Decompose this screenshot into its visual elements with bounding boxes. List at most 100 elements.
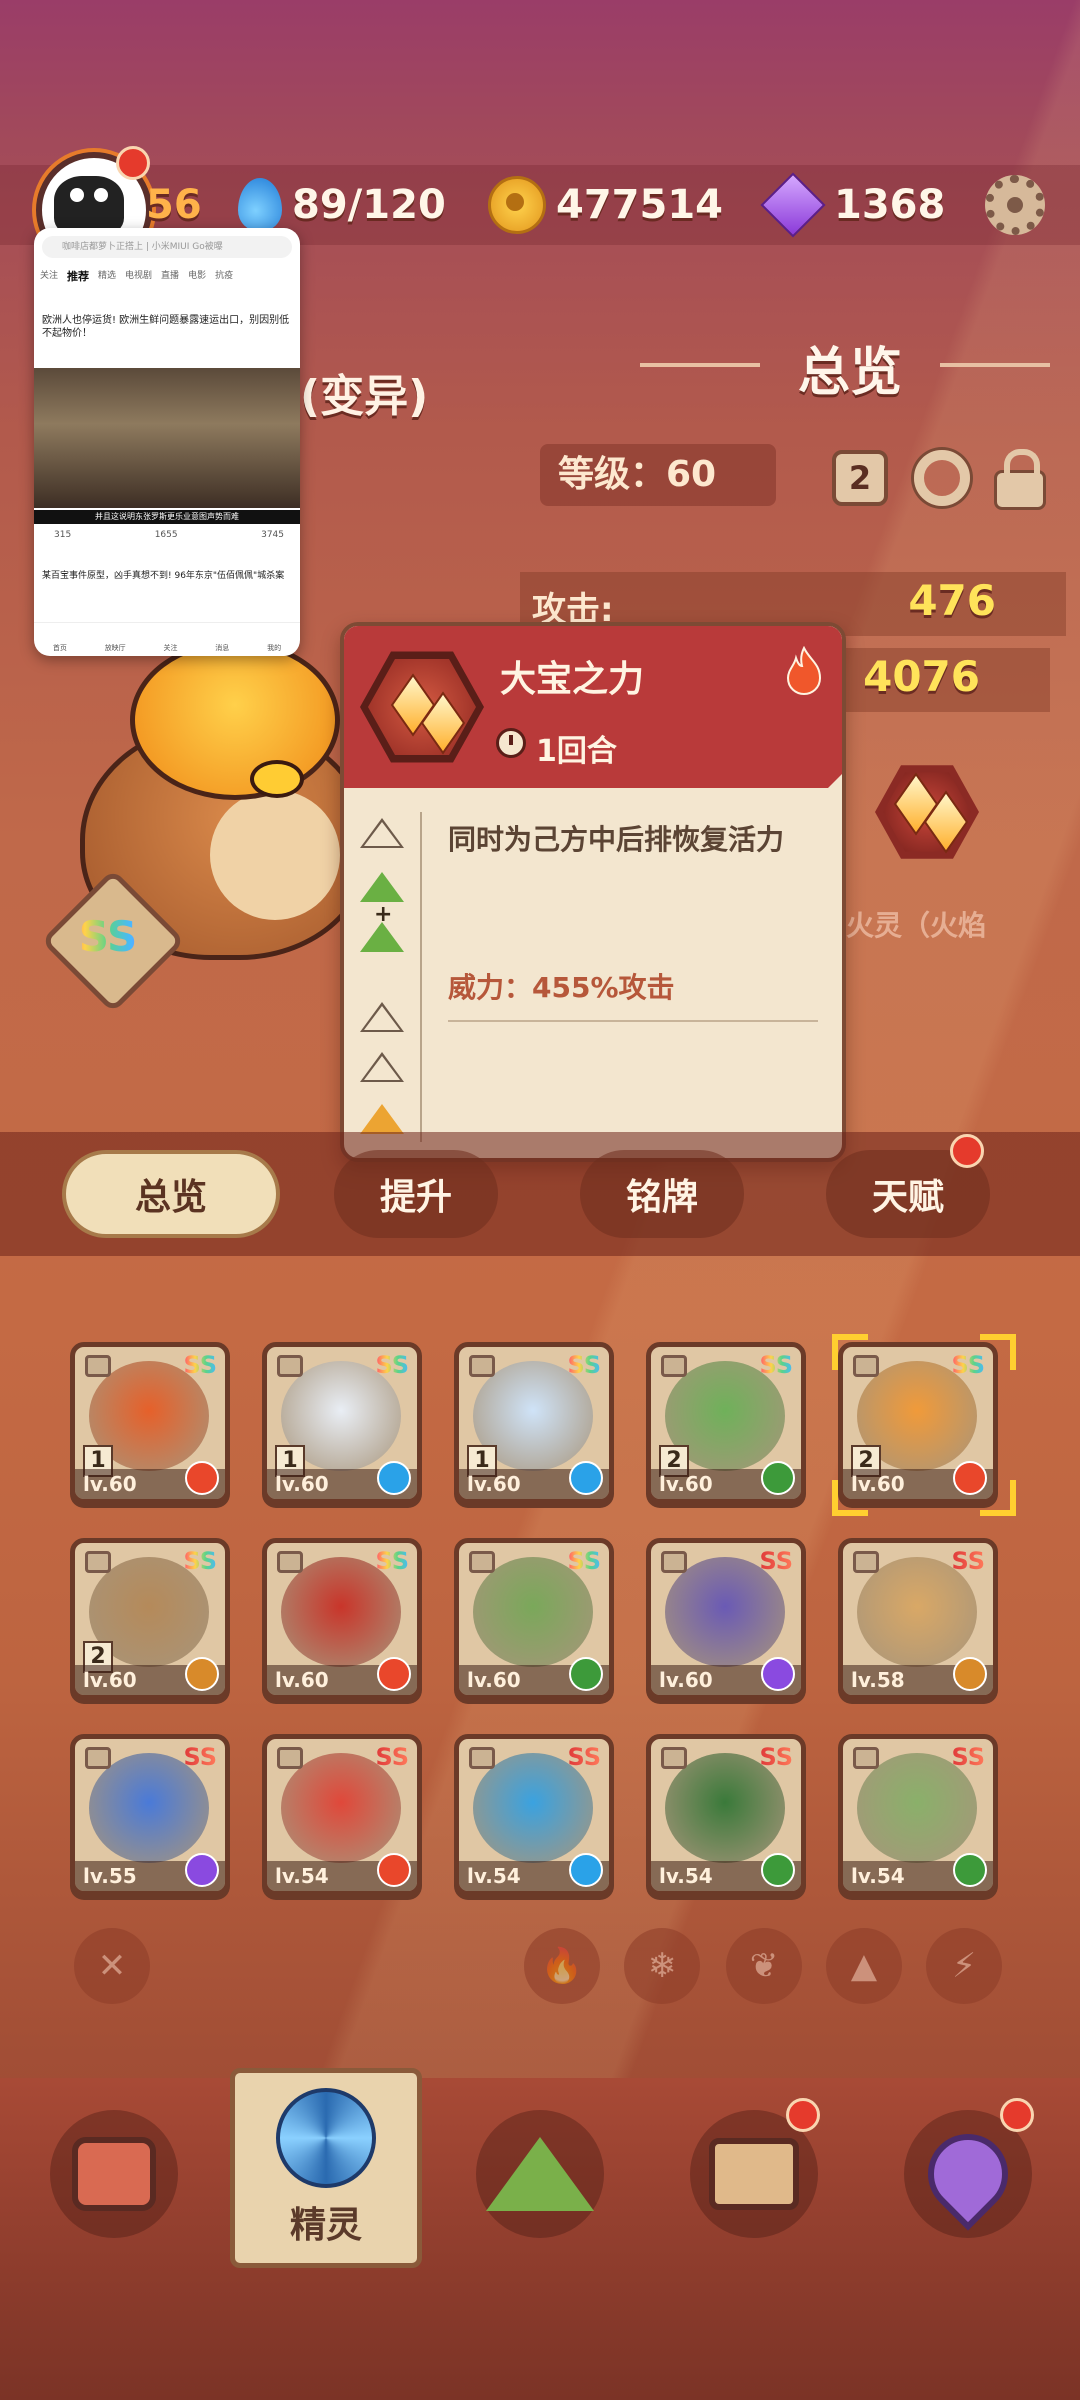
thumbnail-tab[interactable]: 电视剧 <box>125 268 152 284</box>
thumbnail-video-frame[interactable] <box>34 368 300 508</box>
card-rank-label: SS <box>375 1547 410 1575</box>
monster-card[interactable]: SS lv.54 <box>454 1734 614 1896</box>
monster-card[interactable]: SS lv.60 <box>454 1538 614 1700</box>
card-lock-icon <box>853 1551 879 1573</box>
card-rank-label: SS <box>567 1743 602 1771</box>
nav-map-button[interactable] <box>476 2110 604 2238</box>
thumbnail-comment-count[interactable]: 1655 <box>155 530 178 540</box>
water-drop-icon <box>238 178 282 232</box>
monster-card[interactable]: SS lv.60 <box>646 1538 806 1700</box>
monster-card[interactable]: SS 2 lv.60 <box>646 1342 806 1504</box>
card-rank-label: SS <box>951 1743 986 1771</box>
thumbnail-tab[interactable]: 电影 <box>188 268 206 284</box>
title-divider-right <box>940 363 1050 367</box>
location-pin-icon <box>911 2117 1025 2231</box>
card-rank-label: SS <box>759 1351 794 1379</box>
ice-element-icon <box>377 1461 411 1495</box>
floating-app-thumbnail[interactable]: 咖啡店都萝卜正搭上 | 小米MIUI Go被曝 关注 推荐 精选 电视剧 直播 … <box>34 228 300 656</box>
avatar-notification-dot <box>116 146 150 180</box>
monster-card[interactable]: SS 2 lv.60 <box>70 1538 230 1700</box>
monster-card[interactable]: SS lv.54 <box>262 1734 422 1896</box>
monster-element-label: 火灵（火焰 <box>846 909 987 942</box>
monster-card[interactable]: SS lv.54 <box>646 1734 806 1896</box>
thumbnail-search-bar[interactable]: 咖啡店都萝卜正搭上 | 小米MIUI Go被曝 <box>42 236 292 258</box>
thumbnail-nav-item[interactable]: 消息 <box>215 643 229 653</box>
gem-stat[interactable]: 1368 <box>760 170 945 240</box>
tab-overview[interactable]: 总览 <box>62 1150 280 1238</box>
tab-nameplate[interactable]: 铭牌 <box>580 1150 744 1238</box>
bolt-element-icon <box>185 1853 219 1887</box>
clear-filter-close-icon[interactable]: ✕ <box>74 1928 150 2004</box>
fire-element-icon <box>786 646 822 696</box>
ring-button[interactable] <box>914 450 970 506</box>
earth-element-icon <box>953 1657 987 1691</box>
monster-card[interactable]: SS 1 lv.60 <box>70 1342 230 1504</box>
copies-count-badge[interactable]: 2 <box>832 450 888 506</box>
card-rank-label: SS <box>375 1743 410 1771</box>
ice-element-icon <box>569 1461 603 1495</box>
thumbnail-like-count[interactable]: 315 <box>54 530 71 540</box>
position-triangle-icon <box>360 818 404 848</box>
ice-element-icon <box>569 1853 603 1887</box>
thumbnail-second-post[interactable]: 某百宝事件原型，凶手真想不到! 96年东京"伍佰佩佩"城杀案 <box>42 570 292 583</box>
card-lock-icon <box>85 1747 111 1769</box>
coin-stat[interactable]: 477514 <box>488 170 723 240</box>
thumbnail-share-count[interactable]: 3745 <box>261 530 284 540</box>
position-triangle-icon <box>360 1002 404 1032</box>
nav-backpack-button[interactable] <box>50 2110 178 2238</box>
level-pill: 等级：60 <box>540 444 776 506</box>
card-lock-icon <box>661 1551 687 1573</box>
rank-badge-label: SS <box>62 912 154 961</box>
position-triangle-highlight-icon <box>360 1104 404 1134</box>
leaf-element-icon <box>761 1461 795 1495</box>
thumbnail-tab[interactable]: 直播 <box>161 268 179 284</box>
position-triangle-icon <box>360 1052 404 1082</box>
card-lock-icon <box>277 1747 303 1769</box>
thumbnail-tab[interactable]: 精选 <box>98 268 116 284</box>
lock-icon[interactable] <box>994 449 1046 510</box>
filter-earth-icon[interactable]: ▲ <box>826 1928 902 2004</box>
monster-card[interactable]: SS 1 lv.60 <box>262 1342 422 1504</box>
filter-leaf-icon[interactable]: ❦ <box>726 1928 802 2004</box>
thumbnail-tabs: 关注 推荐 精选 电视剧 直播 电影 抗疫 <box>40 268 296 284</box>
thumbnail-nav-item[interactable]: 我的 <box>267 643 281 653</box>
card-lock-icon <box>277 1355 303 1377</box>
thumbnail-tab[interactable]: 抗疫 <box>215 268 233 284</box>
card-rank-label: SS <box>759 1547 794 1575</box>
monster-card[interactable]: SS lv.54 <box>838 1734 998 1896</box>
location-notification-dot <box>1000 2098 1034 2132</box>
monster-card[interactable]: SS lv.58 <box>838 1538 998 1700</box>
monster-card[interactable]: SS lv.55 <box>70 1734 230 1896</box>
card-lock-icon <box>277 1551 303 1573</box>
tab-upgrade[interactable]: 提升 <box>334 1150 498 1238</box>
overview-title: 总览 <box>797 343 902 403</box>
skill-description: 同时为己方中后排恢复活力 <box>448 823 785 856</box>
nav-spirits-label: 精灵 <box>289 2205 362 2246</box>
gem-icon <box>760 172 826 238</box>
card-lock-icon <box>85 1551 111 1573</box>
leaf-element-icon <box>953 1853 987 1887</box>
thumbnail-nav-item[interactable]: 放映厅 <box>105 643 126 653</box>
thumbnail-post-title[interactable]: 欧洲人也停运货! 欧洲生鲜问题暴露速运出口，别因别低不起物价！ <box>42 314 292 340</box>
selected-frame-corner <box>980 1334 1016 1370</box>
skill-name: 大宝之力 <box>500 659 645 700</box>
thumbnail-video-caption: 并且这说明东张罗斯更乐业意图声势而难 <box>34 510 300 524</box>
selected-frame-corner <box>832 1480 868 1516</box>
thumbnail-nav-item[interactable]: 首页 <box>53 643 67 653</box>
thumbnail-tab-active[interactable]: 推荐 <box>67 268 89 284</box>
thumbnail-tab[interactable]: 关注 <box>40 268 58 284</box>
monster-card[interactable]: SS lv.60 <box>262 1538 422 1700</box>
settings-gear-icon[interactable] <box>985 175 1045 235</box>
card-rank-label: SS <box>951 1547 986 1575</box>
filter-bolt-icon[interactable]: ⚡ <box>926 1928 1002 2004</box>
leaf-element-icon <box>569 1657 603 1691</box>
thumbnail-nav-item[interactable]: 关注 <box>163 643 177 653</box>
card-rank-label: SS <box>375 1351 410 1379</box>
card-rank-label: SS <box>567 1547 602 1575</box>
coin-icon <box>488 176 546 234</box>
monster-card[interactable]: SS 1 lv.60 <box>454 1342 614 1504</box>
filter-ice-icon[interactable]: ❄ <box>624 1928 700 2004</box>
popup-rule <box>448 1020 818 1022</box>
card-lock-icon <box>469 1551 495 1573</box>
filter-fire-icon[interactable]: 🔥 <box>524 1928 600 2004</box>
